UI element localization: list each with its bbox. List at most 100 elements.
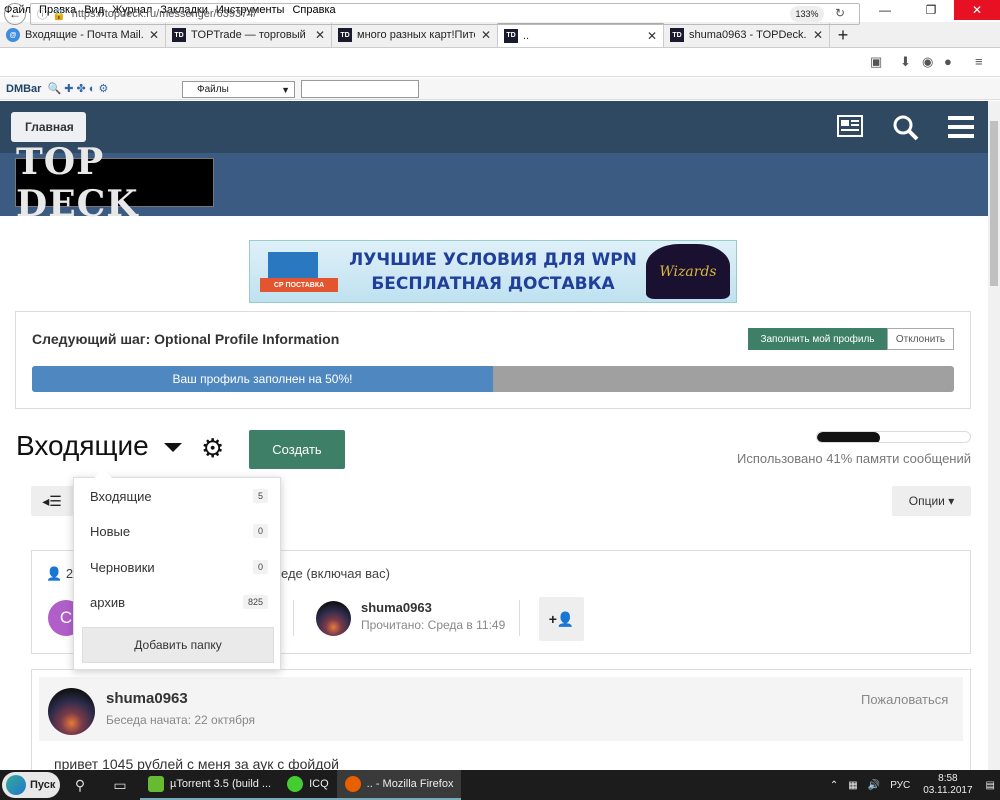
notifications-icon[interactable]: ▤ (981, 780, 1000, 791)
tab-current[interactable]: TD.. ✕ (498, 23, 664, 47)
gear-icon[interactable]: ⚙ (201, 434, 224, 462)
tab-cards[interactable]: TD много разных карт!Питер, ✕ (332, 23, 498, 47)
create-button[interactable]: Создать (249, 430, 345, 469)
folder-count-badge: 5 (252, 489, 268, 503)
dm-toolbar: DMBar 🔍 ✚ ✤ ◐ ⚙ (0, 78, 1000, 100)
tab-title: TOPTrade — торговый проє (191, 29, 309, 41)
participant-count-value: 2 (65, 566, 74, 581)
adblock-icon[interactable]: ● (944, 54, 952, 69)
url-bar[interactable]: ⓘ 🔒 https://topdeck.ru/messenger/639374/ (30, 3, 860, 25)
page-scrollbar[interactable] (988, 101, 1000, 770)
fill-profile-button[interactable]: Заполнить мой профиль (748, 328, 887, 350)
taskbar-app-firefox[interactable]: .. - Mozilla Firefox (336, 770, 462, 800)
folder-count-badge: 825 (242, 595, 268, 609)
reload-icon[interactable]: ↻ (835, 6, 845, 20)
dmbar-search-input[interactable] (301, 80, 419, 98)
dmbar-label: DMBar (6, 82, 42, 95)
start-label: Пуск (30, 779, 56, 791)
start-button[interactable]: Пуск (2, 772, 60, 798)
close-tab-icon[interactable]: ✕ (481, 28, 491, 42)
decline-button[interactable]: Отклонить (887, 328, 954, 350)
folder-item-new[interactable]: Новые 0 (74, 519, 282, 543)
caret-down-icon[interactable] (164, 443, 182, 452)
profile-step-title: Следующий шаг: Optional Profile Informat… (32, 331, 340, 347)
taskbar-app-icq[interactable]: ICQ (279, 770, 337, 800)
divider (293, 600, 294, 636)
close-window-icon[interactable]: ✕ (954, 0, 1000, 20)
language-indicator[interactable]: РУС (885, 780, 915, 791)
participants-text: еде (включая вас) (281, 566, 390, 581)
lock-icon: 🔒 (52, 8, 66, 21)
tab-mail[interactable]: @ Входящие - Почта Mail.Ru ✕ (0, 23, 166, 47)
clock[interactable]: 8:58 03.11.2017 (915, 773, 980, 797)
toggle-list-icon[interactable]: ◂☰ (31, 486, 73, 516)
mail-icon: @ (6, 28, 20, 42)
hamburger-menu-icon[interactable]: ≡ (975, 54, 983, 69)
home-breadcrumb-button[interactable]: Главная (11, 112, 86, 142)
close-tab-icon[interactable]: ✕ (149, 28, 159, 42)
tab-title: shuma0963 - TOPDeck.ru (689, 29, 807, 41)
search-icon[interactable] (892, 114, 920, 142)
taskbar-app-utorrent[interactable]: µTorrent 3.5 (build ... (140, 770, 280, 800)
taskbar-app-label: .. - Mozilla Firefox (366, 778, 454, 790)
dropdown-pointer (94, 469, 112, 478)
restore-icon[interactable]: ❐ (908, 0, 954, 20)
folder-count-badge: 0 (252, 560, 268, 574)
utorrent-icon (148, 776, 164, 792)
folder-dropdown: Входящие 5 Новые 0 Черновики 0 архив 825 Доб… (73, 469, 282, 670)
avatar[interactable] (316, 601, 351, 636)
taskbar-app-label: µTorrent 3.5 (build ... (170, 778, 272, 790)
user-icon: 👤 (46, 566, 66, 581)
report-link[interactable]: Пожаловаться (861, 692, 948, 707)
back-arrow-icon[interactable]: ← (4, 3, 26, 25)
profile-completion-box (15, 311, 971, 409)
extension-icon[interactable]: ▣ (870, 54, 882, 70)
folder-item-archive[interactable]: архив 825 (74, 590, 282, 614)
message-author[interactable]: shuma0963 (106, 690, 188, 707)
chevron-down-icon: ▼ (281, 84, 290, 95)
close-tab-icon[interactable]: ✕ (315, 28, 325, 42)
options-button[interactable]: Опции ▾ (892, 486, 971, 516)
add-participant-icon[interactable]: +👤 (539, 597, 584, 641)
news-feed-icon[interactable] (837, 115, 863, 137)
topdeck-favicon-icon: TD (670, 28, 684, 42)
clock-date: 03.11.2017 (923, 785, 973, 796)
task-view-icon[interactable]: ▭ (100, 770, 140, 800)
info-icon[interactable]: ⓘ (37, 6, 48, 22)
firefox-icon (344, 776, 361, 792)
volume-icon[interactable]: 🔊 (863, 780, 885, 791)
navigation-bar (0, 49, 1000, 77)
banner-line2: БЕСПЛАТНАЯ ДОСТАВКА (371, 273, 615, 294)
dmbar-select-value: Файлы (197, 84, 229, 95)
topdeck-logo[interactable]: TOP DECK (15, 141, 214, 225)
truck-icon: СР ПОСТАВКА (260, 244, 340, 299)
wpn-banner[interactable]: СР ПОСТАВКА ЛУЧШИЕ УСЛОВИЯ ДЛЯ WPN БЕСПЛА… (249, 240, 737, 303)
network-icon[interactable]: ▦ (843, 780, 862, 791)
close-tab-icon[interactable]: ✕ (647, 29, 657, 43)
page-title[interactable]: Входящие (16, 430, 149, 462)
participant-name[interactable]: shuma0963 (361, 600, 432, 615)
tab-toptrade[interactable]: TD TOPTrade — торговый проє ✕ (166, 23, 332, 47)
dmbar-tools-icon[interactable]: 🔍 ✚ ✤ ◐ ⚙ (47, 82, 108, 95)
download-icon[interactable]: ⬇ (900, 54, 911, 70)
tab-title: .. (523, 29, 530, 42)
participant-count: 👤 2 (46, 566, 73, 582)
search-icon[interactable]: ⚲ (60, 770, 100, 800)
sync-icon[interactable]: ◉ (922, 54, 933, 70)
dmbar-select[interactable]: Файлы ▼ (182, 81, 295, 98)
tab-profile[interactable]: TD shuma0963 - TOPDeck.ru ✕ (664, 23, 830, 47)
scrollbar-thumb[interactable] (990, 121, 998, 286)
minimize-icon[interactable]: — (862, 0, 908, 20)
avatar[interactable] (48, 688, 95, 735)
add-folder-button[interactable]: Добавить папку (82, 627, 274, 663)
close-tab-icon[interactable]: ✕ (813, 28, 823, 42)
hamburger-icon[interactable] (948, 116, 974, 138)
system-tray: ⌃ ▦ 🔊 РУС 8:58 03.11.2017 ▤ (825, 770, 1000, 800)
new-tab-icon[interactable]: + (830, 23, 856, 47)
folder-item-drafts[interactable]: Черновики 0 (74, 555, 282, 579)
folder-item-inbox[interactable]: Входящие 5 (74, 484, 282, 508)
windows-orb-icon (6, 775, 26, 795)
tab-bar: @ Входящие - Почта Mail.Ru ✕ TD TOPTrade — … (0, 22, 1000, 48)
zoom-level[interactable]: 133% (790, 6, 824, 22)
chevron-up-icon[interactable]: ⌃ (825, 780, 843, 791)
